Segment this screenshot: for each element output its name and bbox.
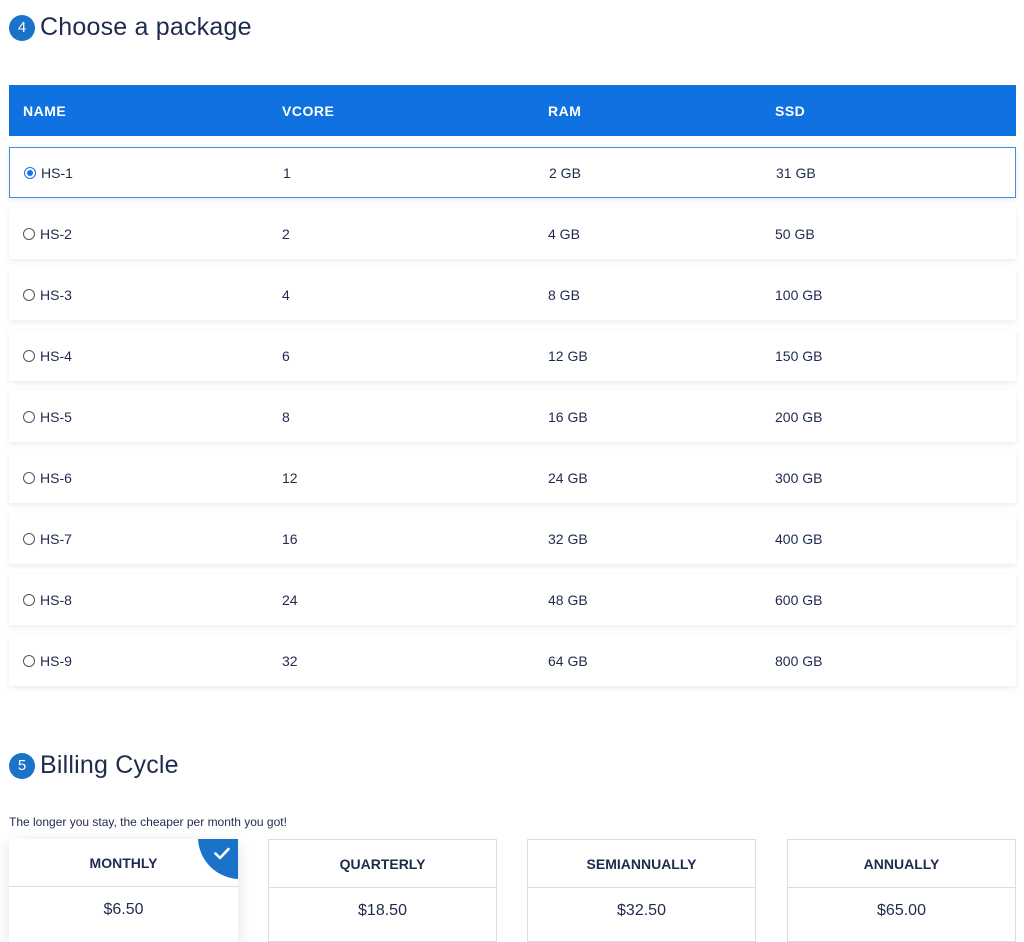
- package-name-cell: HS-6: [9, 470, 282, 486]
- billing-option-price: $6.50: [103, 901, 144, 918]
- package-name-cell: HS-7: [9, 531, 282, 547]
- vcore-cell: 6: [282, 347, 290, 364]
- column-header-ssd: SSD: [775, 102, 806, 119]
- billing-option-price: $18.50: [358, 902, 407, 919]
- ram-cell: 32 GB: [548, 530, 588, 547]
- package-name: HS-2: [40, 225, 72, 242]
- vcore-cell: 32: [282, 652, 298, 669]
- package-table: NAME VCORE RAM SSD HS-1 1 2 GB 31 GB HS-2 2 4 …: [9, 85, 1016, 686]
- billing-section-title: 5 Billing Cycle: [9, 751, 179, 780]
- vcore-cell: 8: [282, 408, 290, 425]
- ram-cell: 8 GB: [548, 286, 580, 303]
- package-name: HS-9: [40, 652, 72, 669]
- billing-option-label: QUARTERLY: [269, 840, 496, 888]
- package-name-cell: HS-3: [9, 287, 282, 303]
- radio-icon[interactable]: [23, 593, 35, 606]
- vcore-cell: 24: [282, 591, 298, 608]
- vcore-cell: 2: [282, 225, 290, 242]
- ram-cell: 2 GB: [549, 164, 581, 181]
- billing-option-annually[interactable]: ANNUALLY $65.00: [787, 839, 1016, 942]
- package-name: HS-3: [40, 286, 72, 303]
- radio-icon[interactable]: [23, 471, 35, 484]
- table-row[interactable]: HS-8 24 48 GB 600 GB: [9, 574, 1016, 625]
- package-name: HS-5: [40, 408, 72, 425]
- vcore-cell: 1: [283, 164, 291, 181]
- table-row[interactable]: HS-9 32 64 GB 800 GB: [9, 635, 1016, 686]
- ssd-cell: 200 GB: [775, 408, 823, 425]
- ssd-cell: 300 GB: [775, 469, 823, 486]
- billing-option-quarterly[interactable]: QUARTERLY $18.50: [268, 839, 497, 942]
- column-header-name: NAME: [23, 102, 67, 119]
- column-header-vcore: VCORE: [282, 102, 335, 119]
- ssd-cell: 50 GB: [775, 225, 815, 242]
- vcore-cell: 4: [282, 286, 290, 303]
- ssd-cell: 600 GB: [775, 591, 823, 608]
- radio-icon[interactable]: [23, 227, 35, 240]
- billing-option-price: $65.00: [877, 902, 926, 919]
- billing-option-semiannually[interactable]: SEMIANNUALLY $32.50: [527, 839, 756, 942]
- billing-option-label: ANNUALLY: [788, 840, 1015, 888]
- billing-title: Billing Cycle: [40, 751, 179, 779]
- billing-subtitle: The longer you stay, the cheaper per mon…: [9, 815, 287, 829]
- package-name: HS-1: [41, 164, 73, 181]
- table-row[interactable]: HS-5 8 16 GB 200 GB: [9, 391, 1016, 442]
- page-title: Choose a package: [40, 13, 252, 41]
- ssd-cell: 150 GB: [775, 347, 823, 364]
- package-name-cell: HS-8: [9, 592, 282, 608]
- ram-cell: 16 GB: [548, 408, 588, 425]
- radio-icon[interactable]: [24, 166, 36, 179]
- package-name-cell: HS-5: [9, 409, 282, 425]
- radio-icon[interactable]: [23, 410, 35, 423]
- vcore-cell: 16: [282, 530, 298, 547]
- radio-icon[interactable]: [23, 349, 35, 362]
- package-name: HS-7: [40, 530, 72, 547]
- package-name-cell: HS-2: [9, 226, 282, 242]
- radio-icon[interactable]: [23, 532, 35, 545]
- package-name: HS-8: [40, 591, 72, 608]
- step-badge: 4: [9, 14, 35, 41]
- package-name: HS-6: [40, 469, 72, 486]
- package-name-cell: HS-9: [9, 653, 282, 669]
- billing-option-label: SEMIANNUALLY: [528, 840, 755, 888]
- package-name-cell: HS-4: [9, 348, 282, 364]
- billing-option-price: $32.50: [617, 902, 666, 919]
- ram-cell: 24 GB: [548, 469, 588, 486]
- vcore-cell: 12: [282, 469, 298, 486]
- package-section-title: 4 Choose a package: [9, 13, 252, 42]
- radio-icon[interactable]: [23, 654, 35, 667]
- ram-cell: 12 GB: [548, 347, 588, 364]
- ram-cell: 64 GB: [548, 652, 588, 669]
- billing-option-monthly[interactable]: MONTHLY $6.50: [9, 839, 238, 942]
- radio-icon[interactable]: [23, 288, 35, 301]
- ssd-cell: 31 GB: [776, 164, 816, 181]
- package-name-cell: HS-1: [10, 165, 283, 181]
- ram-cell: 4 GB: [548, 225, 580, 242]
- table-row[interactable]: HS-4 6 12 GB 150 GB: [9, 330, 1016, 381]
- table-row[interactable]: HS-2 2 4 GB 50 GB: [9, 208, 1016, 259]
- table-row[interactable]: HS-1 1 2 GB 31 GB: [9, 147, 1016, 198]
- step-badge: 5: [9, 752, 35, 779]
- package-name: HS-4: [40, 347, 72, 364]
- ssd-cell: 800 GB: [775, 652, 823, 669]
- ram-cell: 48 GB: [548, 591, 588, 608]
- table-row[interactable]: HS-6 12 24 GB 300 GB: [9, 452, 1016, 503]
- table-header: NAME VCORE RAM SSD: [9, 85, 1016, 136]
- column-header-ram: RAM: [548, 102, 582, 119]
- table-row[interactable]: HS-7 16 32 GB 400 GB: [9, 513, 1016, 564]
- table-row[interactable]: HS-3 4 8 GB 100 GB: [9, 269, 1016, 320]
- ssd-cell: 100 GB: [775, 286, 823, 303]
- ssd-cell: 400 GB: [775, 530, 823, 547]
